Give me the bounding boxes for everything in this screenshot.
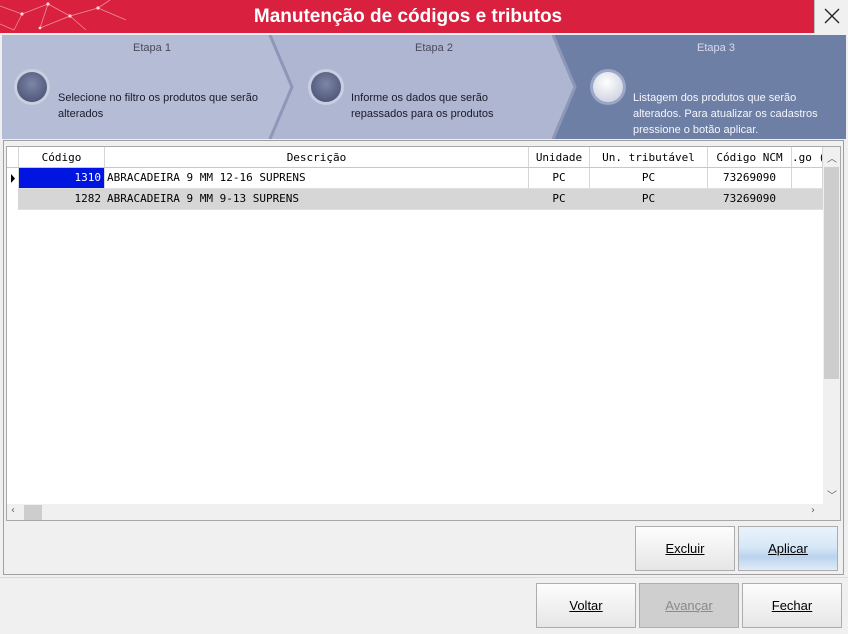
column-header-codigo-cest[interactable]: .go ( (792, 147, 823, 168)
step-1-description: Selecione no filtro os produtos que serã… (58, 92, 258, 120)
step-3-description: Listagem dos produtos que serão alterados… (633, 92, 818, 136)
scroll-up-icon[interactable]: ︿ (827, 150, 837, 165)
divider (0, 577, 848, 578)
close-icon (824, 8, 840, 24)
excluir-button[interactable]: Excluir (635, 526, 735, 571)
scroll-down-icon[interactable]: ﹀ (827, 487, 837, 502)
cell-codigo[interactable]: 1310 (19, 168, 105, 189)
fechar-button[interactable]: Fechar (742, 583, 842, 628)
scroll-left-icon[interactable]: ‹ (11, 505, 15, 516)
cell-un-tributavel[interactable]: PC (590, 189, 708, 210)
cell-un-tributavel[interactable]: PC (590, 168, 708, 189)
vertical-scrollbar[interactable]: ︿ ﹀ (823, 147, 840, 504)
products-grid[interactable]: Código Descrição Unidade Un. tributável … (6, 146, 841, 521)
step-2-description: Informe os dados que serão repassados par… (351, 92, 494, 120)
cell-cest[interactable] (792, 168, 823, 189)
table-row[interactable]: 1310 ABRACADEIRA 9 MM 12-16 SUPRENS PC P… (7, 168, 823, 189)
cell-unidade[interactable]: PC (529, 189, 590, 210)
column-header-codigo-ncm[interactable]: Código NCM (708, 147, 792, 168)
scroll-right-icon[interactable]: › (811, 505, 815, 516)
step-3-title: Etapa 3 (697, 42, 735, 54)
horizontal-scroll-thumb[interactable] (24, 505, 42, 520)
cell-cest[interactable] (792, 189, 823, 210)
wizard-steps: Etapa 1 Selecione no filtro os produtos … (2, 35, 846, 139)
window-title: Manutenção de códigos e tributos (253, 6, 563, 27)
aplicar-button[interactable]: Aplicar (738, 526, 838, 571)
table-row[interactable]: 1282 ABRACADEIRA 9 MM 9-13 SUPRENS PC PC… (7, 189, 823, 210)
voltar-button[interactable]: Voltar (536, 583, 636, 628)
cell-ncm[interactable]: 73269090 (708, 168, 792, 189)
column-header-unidade[interactable]: Unidade (529, 147, 590, 168)
step-2-title: Etapa 2 (415, 42, 453, 54)
cell-unidade[interactable]: PC (529, 168, 590, 189)
row-indicator-icon (7, 168, 19, 189)
title-bar: Manutenção de códigos e tributos (0, 0, 848, 33)
cell-descricao[interactable]: ABRACADEIRA 9 MM 12-16 SUPRENS (105, 168, 529, 189)
horizontal-scrollbar[interactable]: ‹ › (7, 504, 823, 520)
vertical-scroll-thumb[interactable] (824, 167, 839, 379)
row-indicator (7, 189, 19, 210)
column-header-descricao[interactable]: Descrição (105, 147, 529, 168)
avancar-button[interactable]: Avançar (639, 583, 739, 628)
step-1-title: Etapa 1 (133, 42, 171, 54)
grid-header-indicator (7, 147, 19, 168)
cell-descricao[interactable]: ABRACADEIRA 9 MM 9-13 SUPRENS (105, 189, 529, 210)
column-header-un-tributavel[interactable]: Un. tributável (590, 147, 708, 168)
cell-ncm[interactable]: 73269090 (708, 189, 792, 210)
column-header-codigo[interactable]: Código (19, 147, 105, 168)
cell-codigo[interactable]: 1282 (19, 189, 105, 210)
close-button[interactable] (814, 0, 848, 33)
scrollbar-corner (823, 504, 840, 520)
